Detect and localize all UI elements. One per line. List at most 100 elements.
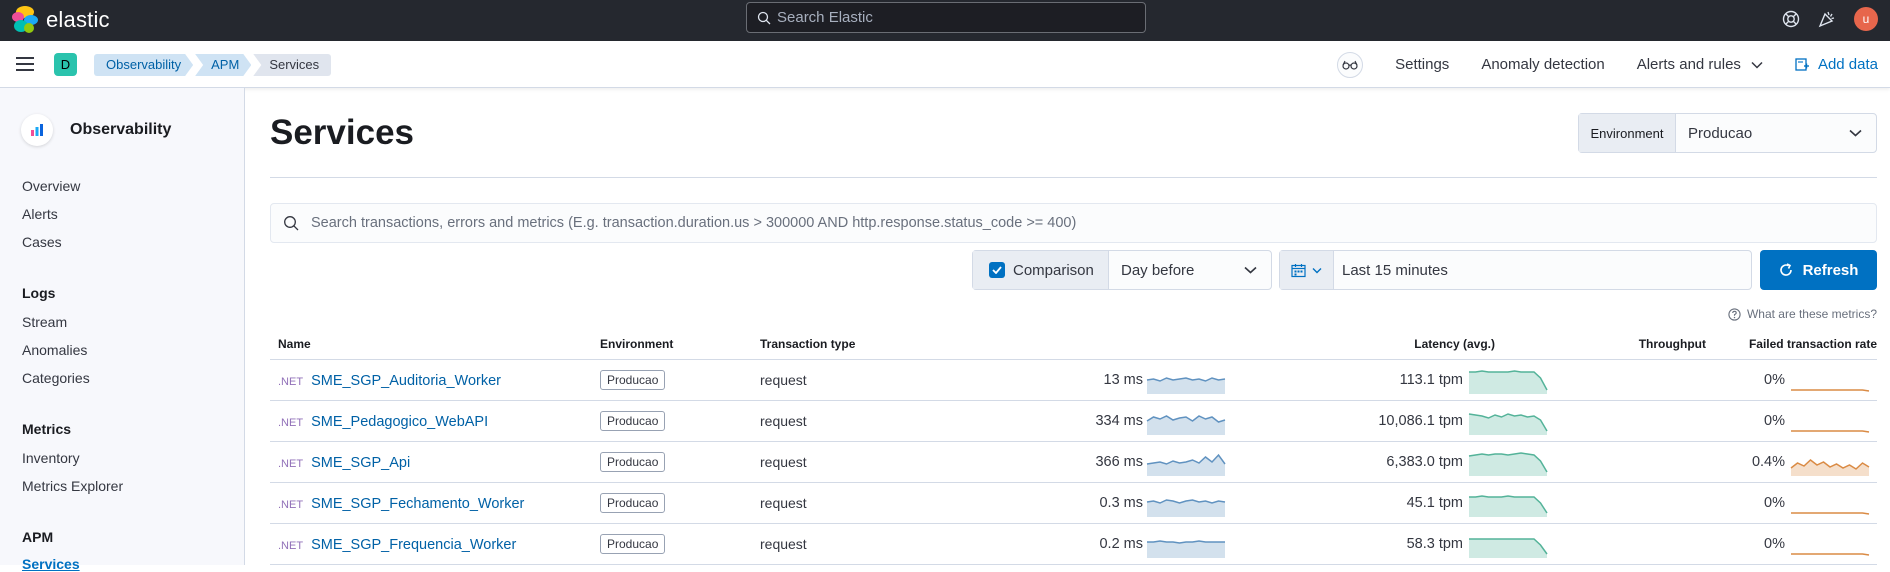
sparkline-area	[1147, 541, 1225, 558]
refresh-button[interactable]: Refresh	[1760, 250, 1877, 290]
search-icon	[757, 11, 771, 24]
divider	[270, 177, 1877, 178]
sidebar-item-anomalies[interactable]: Anomalies	[22, 342, 87, 358]
environment-value: Producao	[1688, 124, 1753, 142]
date-range-value[interactable]: Last 15 minutes	[1334, 251, 1448, 289]
failed-rate-sparkline	[1790, 459, 1870, 476]
top-icons: u	[1782, 7, 1878, 31]
sub-header: D Observability APM Services Settings An…	[0, 41, 1890, 88]
sidebar-item-alerts[interactable]: Alerts	[22, 206, 58, 222]
comparison-select[interactable]: Day before	[1109, 251, 1271, 289]
latency-sparkline	[1146, 499, 1226, 517]
column-failed-rate[interactable]: Failed transaction rate	[1749, 337, 1877, 351]
metrics-help-label: What are these metrics?	[1746, 307, 1877, 321]
sparkline-line	[1791, 430, 1870, 433]
user-avatar[interactable]: u	[1854, 7, 1878, 31]
service-link[interactable]: SME_SGP_Fechamento_Worker	[311, 496, 524, 512]
inspect-icon[interactable]	[1337, 51, 1364, 78]
service-link[interactable]: SME_SGP_Api	[311, 455, 410, 471]
failed-rate-sparkline	[1791, 389, 1870, 392]
global-search[interactable]	[746, 2, 1146, 33]
failed-rate-sparkline	[1791, 430, 1870, 433]
quick-select-button[interactable]	[1280, 251, 1334, 289]
agent-language: .NET	[278, 376, 304, 388]
latency-value: 0.3 ms	[1099, 495, 1143, 511]
latency-value: 0.2 ms	[1099, 536, 1143, 552]
comparison-toggle[interactable]: Comparison	[973, 251, 1109, 289]
anomaly-detection-link[interactable]: Anomaly detection	[1481, 56, 1604, 73]
settings-link[interactable]: Settings	[1395, 56, 1449, 73]
agent-language: .NET	[278, 499, 304, 511]
metrics-help-link[interactable]: What are these metrics?	[1728, 307, 1877, 321]
failed-rate-value: 0%	[1764, 495, 1785, 511]
failed-rate-value: 0%	[1764, 536, 1785, 552]
throughput-value: 6,383.0 tpm	[1386, 454, 1463, 470]
transaction-type: request	[760, 454, 807, 470]
latency-value: 13 ms	[1103, 372, 1144, 388]
sidebar-item-cases[interactable]: Cases	[22, 234, 62, 250]
sidebar-item-inventory[interactable]: Inventory	[22, 450, 80, 466]
sidebar-item-services[interactable]: Services	[22, 556, 80, 572]
logo-text: elastic	[46, 7, 110, 32]
add-data-link[interactable]: Add data	[1795, 56, 1878, 73]
failed-rate-value: 0.4%	[1751, 454, 1785, 470]
chevron-down-icon	[1244, 266, 1257, 274]
environment-badge: Producao	[600, 493, 666, 513]
breadcrumb-services: Services	[253, 54, 332, 76]
comparison-checkbox[interactable]	[989, 262, 1005, 278]
breadcrumb-observability[interactable]: Observability	[94, 54, 193, 76]
help-icon[interactable]	[1782, 10, 1800, 28]
search-icon	[284, 216, 299, 231]
header-links: Settings Anomaly detection Alerts and ru…	[1337, 41, 1878, 88]
breadcrumb-apm[interactable]: APM	[195, 54, 251, 76]
alerts-rules-menu[interactable]: Alerts and rules	[1637, 56, 1763, 73]
service-link[interactable]: SME_SGP_Auditoria_Worker	[311, 373, 501, 389]
service-link[interactable]: SME_Pedagogico_WebAPI	[311, 414, 488, 430]
sidebar-item-stream[interactable]: Stream	[22, 314, 67, 330]
environment-select[interactable]: Environment Producao	[1578, 113, 1877, 153]
news-feed-icon[interactable]	[1818, 10, 1836, 28]
menu-icon[interactable]	[16, 57, 34, 71]
table-row: .NET SME_SGP_Frequencia_Worker Producao r…	[270, 524, 1877, 565]
failed-rate-sparkline	[1791, 553, 1870, 556]
chevron-down-icon	[1849, 129, 1862, 137]
failed-rate-value: 0%	[1764, 413, 1785, 429]
table-row: .NET SME_SGP_Auditoria_Worker Producao re…	[270, 360, 1877, 401]
question-icon	[1728, 307, 1741, 321]
throughput-sparkline	[1468, 452, 1548, 476]
throughput-sparkline	[1469, 495, 1548, 517]
elastic-logo[interactable]: elastic	[12, 6, 110, 34]
comparison-control: Comparison Day before	[972, 250, 1272, 290]
column-transaction-type[interactable]: Transaction type	[760, 337, 855, 351]
throughput-sparkline	[1469, 370, 1548, 394]
transaction-type: request	[760, 413, 807, 429]
elastic-logo-icon	[12, 6, 38, 34]
service-link[interactable]: SME_SGP_Frequencia_Worker	[311, 537, 516, 553]
transaction-type: request	[760, 536, 807, 552]
column-environment[interactable]: Environment	[600, 337, 673, 351]
sparkline-area	[1469, 371, 1547, 394]
sidebar-section-logs: Logs	[22, 285, 56, 301]
sidebar-item-overview[interactable]: Overview	[22, 178, 80, 194]
sidebar-item-metrics-explorer[interactable]: Metrics Explorer	[22, 478, 123, 494]
sidebar-item-categories[interactable]: Categories	[22, 370, 90, 386]
latency-sparkline	[1146, 415, 1226, 435]
environment-badge: Producao	[600, 534, 666, 554]
sparkline-line	[1791, 389, 1870, 392]
service-name-cell: .NET SME_Pedagogico_WebAPI	[278, 413, 488, 430]
column-throughput[interactable]: Throughput	[1480, 337, 1706, 351]
chevron-down-icon	[1312, 267, 1322, 273]
service-name-cell: .NET SME_SGP_Fechamento_Worker	[278, 495, 524, 512]
transaction-type: request	[760, 372, 807, 388]
sparkline-area	[1469, 539, 1547, 558]
add-data-icon	[1795, 58, 1809, 71]
environment-badge: Producao	[600, 370, 666, 390]
global-search-input[interactable]	[777, 9, 1117, 26]
kql-search-bar[interactable]	[270, 203, 1877, 243]
environment-badge: Producao	[600, 452, 666, 472]
column-name[interactable]: Name	[278, 337, 311, 351]
sidebar-section-metrics: Metrics	[22, 421, 72, 437]
space-avatar[interactable]: D	[54, 53, 77, 76]
kql-search-input[interactable]	[311, 215, 1851, 231]
agent-language: .NET	[278, 458, 304, 470]
